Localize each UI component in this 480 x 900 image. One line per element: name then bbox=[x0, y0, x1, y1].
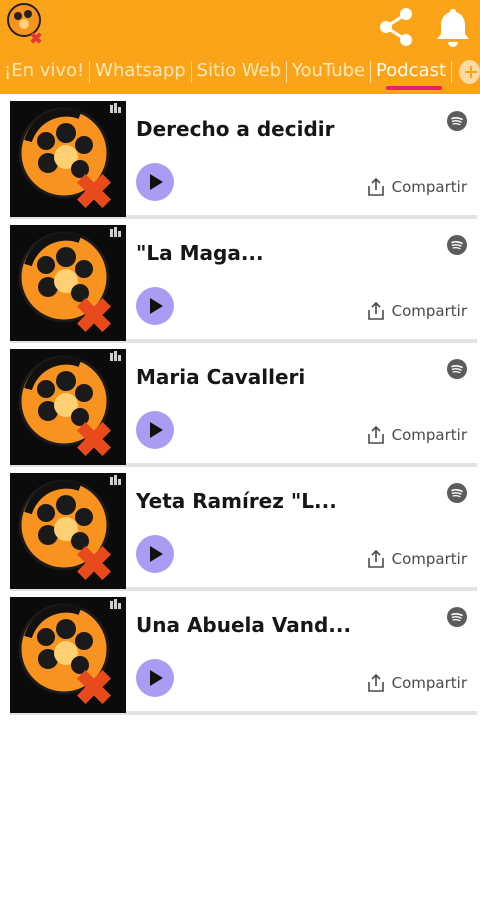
episode-title: Una Abuela Vand... bbox=[136, 613, 352, 637]
episode-card[interactable]: Derecho a decidir Compartir bbox=[10, 101, 477, 219]
episode-thumbnail bbox=[10, 101, 126, 217]
share-arrow-icon bbox=[366, 301, 386, 321]
tab-youtube[interactable]: YouTube bbox=[288, 54, 369, 90]
tab-separator bbox=[190, 61, 192, 83]
play-button[interactable] bbox=[136, 287, 174, 325]
spotify-icon[interactable] bbox=[447, 235, 467, 255]
episode-thumbnail bbox=[10, 473, 126, 589]
share-label: Compartir bbox=[391, 178, 467, 196]
episode-title: "La Maga... bbox=[136, 241, 264, 265]
share-icon[interactable] bbox=[374, 4, 420, 50]
share-arrow-icon bbox=[366, 425, 386, 445]
share-label: Compartir bbox=[391, 674, 467, 692]
spotify-icon[interactable] bbox=[447, 111, 467, 131]
spotify-icon[interactable] bbox=[447, 359, 467, 379]
tab-separator bbox=[286, 61, 287, 83]
play-button[interactable] bbox=[136, 659, 174, 697]
play-button[interactable] bbox=[136, 411, 174, 449]
radio-logo[interactable] bbox=[4, 2, 50, 48]
share-button[interactable]: Compartir bbox=[366, 301, 467, 321]
tab-en-vivo[interactable]: ¡En vivo! bbox=[0, 54, 88, 90]
episode-card[interactable]: "La Maga... Compartir bbox=[10, 225, 477, 343]
episode-card[interactable]: Maria Cavalleri Compartir bbox=[10, 349, 477, 467]
share-arrow-icon bbox=[366, 549, 386, 569]
share-arrow-icon bbox=[366, 177, 386, 197]
spotify-icon[interactable] bbox=[447, 483, 467, 503]
share-button[interactable]: Compartir bbox=[366, 549, 467, 569]
tab-sitio-web[interactable]: Sitio Web bbox=[193, 54, 285, 90]
share-label: Compartir bbox=[391, 426, 467, 444]
episode-thumbnail bbox=[10, 225, 126, 341]
share-button[interactable]: Compartir bbox=[366, 177, 467, 197]
share-label: Compartir bbox=[391, 550, 467, 568]
episode-title: Derecho a decidir bbox=[136, 117, 335, 141]
tab-separator bbox=[89, 61, 91, 83]
share-label: Compartir bbox=[391, 302, 467, 320]
tab-separator bbox=[370, 61, 371, 83]
episode-title: Yeta Ramírez "L... bbox=[136, 489, 337, 513]
tab-separator bbox=[451, 61, 452, 83]
share-button[interactable]: Compartir bbox=[366, 673, 467, 693]
episode-title: Maria Cavalleri bbox=[136, 365, 306, 389]
play-button[interactable] bbox=[136, 535, 174, 573]
podcast-list: Derecho a decidir Compartir "La Maga... bbox=[10, 101, 477, 721]
plus-icon[interactable] bbox=[458, 60, 480, 84]
play-button[interactable] bbox=[136, 163, 174, 201]
share-arrow-icon bbox=[366, 673, 386, 693]
tab-whatsapp[interactable]: Whatsapp bbox=[91, 54, 190, 90]
episode-thumbnail bbox=[10, 597, 126, 713]
episode-thumbnail bbox=[10, 349, 126, 465]
bell-icon[interactable] bbox=[430, 4, 476, 50]
app-header: ¡En vivo! Whatsapp Sitio Web YouTube Pod… bbox=[0, 0, 480, 94]
nav-tabs: ¡En vivo! Whatsapp Sitio Web YouTube Pod… bbox=[0, 54, 480, 90]
share-button[interactable]: Compartir bbox=[366, 425, 467, 445]
episode-card[interactable]: Una Abuela Vand... Compartir bbox=[10, 597, 477, 715]
tab-podcast[interactable]: Podcast bbox=[372, 54, 450, 90]
episode-card[interactable]: Yeta Ramírez "L... Compartir bbox=[10, 473, 477, 591]
spotify-icon[interactable] bbox=[447, 607, 467, 627]
